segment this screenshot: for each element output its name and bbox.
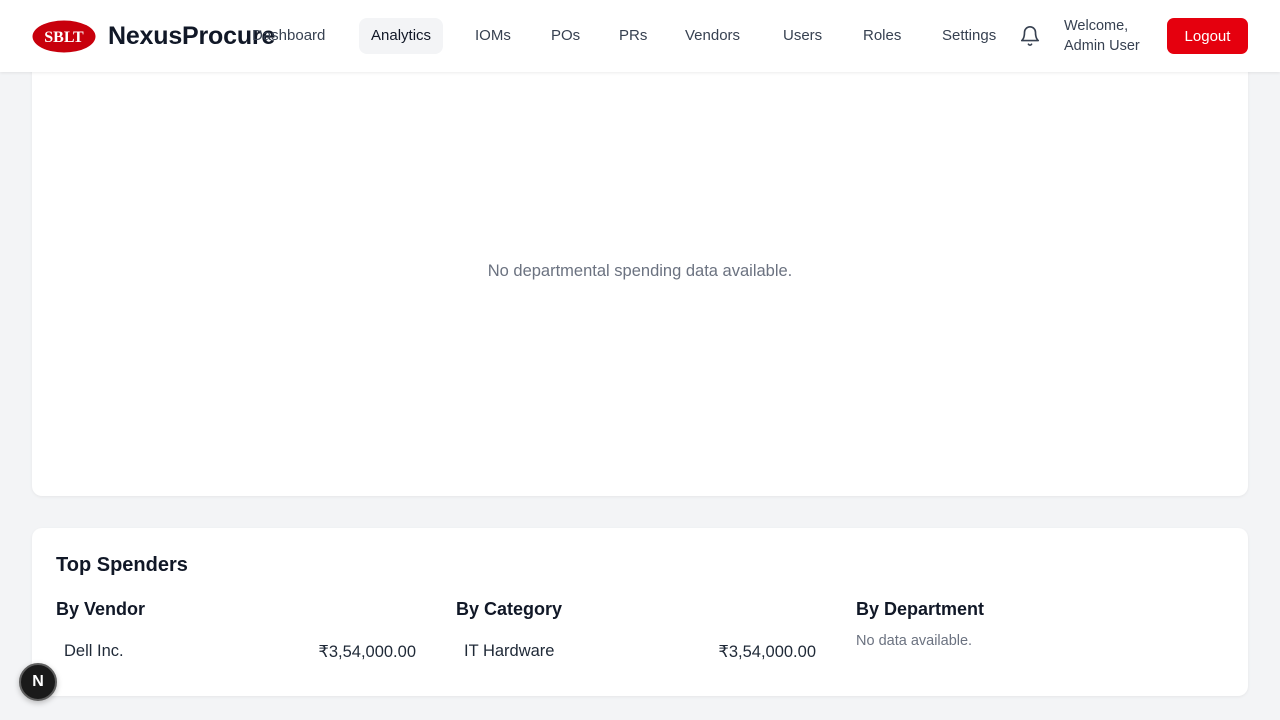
welcome-username: Admin User [1064, 38, 1140, 54]
top-navbar: SBLT NexusProcure Dashboard Analytics IO… [0, 0, 1280, 72]
nav-prs[interactable]: PRs [619, 18, 647, 54]
welcome-text: Welcome, Admin User [1064, 16, 1140, 56]
sblt-logo[interactable]: SBLT [32, 20, 96, 53]
nav-analytics[interactable]: Analytics [359, 18, 444, 54]
nav-users[interactable]: Users [783, 18, 822, 54]
department-spending-card: No departmental spending data available. [32, 40, 1248, 496]
nav-roles[interactable]: Roles [863, 18, 901, 54]
logout-button[interactable]: Logout [1167, 18, 1248, 54]
by-category-title: By Category [456, 599, 563, 619]
welcome-greeting: Welcome, [1064, 18, 1129, 34]
vendor-row-label: Dell Inc. [64, 642, 124, 660]
dev-tools-badge[interactable]: N [19, 663, 57, 701]
nav-pos[interactable]: POs [551, 18, 580, 54]
nav-ioms[interactable]: IOMs [475, 18, 511, 54]
department-no-data: No data available. [856, 633, 973, 649]
vendor-row-value: ₹3,54,000.00 [318, 643, 416, 661]
nav-vendors[interactable]: Vendors [685, 18, 740, 54]
brand-name[interactable]: NexusProcure [108, 20, 275, 52]
nav-settings[interactable]: Settings [942, 18, 996, 54]
by-department-title: By Department [856, 599, 985, 619]
bell-icon[interactable] [1019, 25, 1041, 47]
by-vendor-title: By Vendor [56, 599, 146, 619]
category-row-label: IT Hardware [464, 642, 555, 660]
nav-dashboard[interactable]: Dashboard [252, 18, 325, 54]
logo-text: SBLT [44, 29, 84, 46]
category-row-value: ₹3,54,000.00 [718, 643, 816, 661]
department-empty-message: No departmental spending data available. [487, 262, 793, 280]
top-spenders-title: Top Spenders [56, 554, 188, 576]
top-spenders-card: Top Spenders By Vendor Dell Inc. ₹3,54,0… [32, 528, 1248, 696]
